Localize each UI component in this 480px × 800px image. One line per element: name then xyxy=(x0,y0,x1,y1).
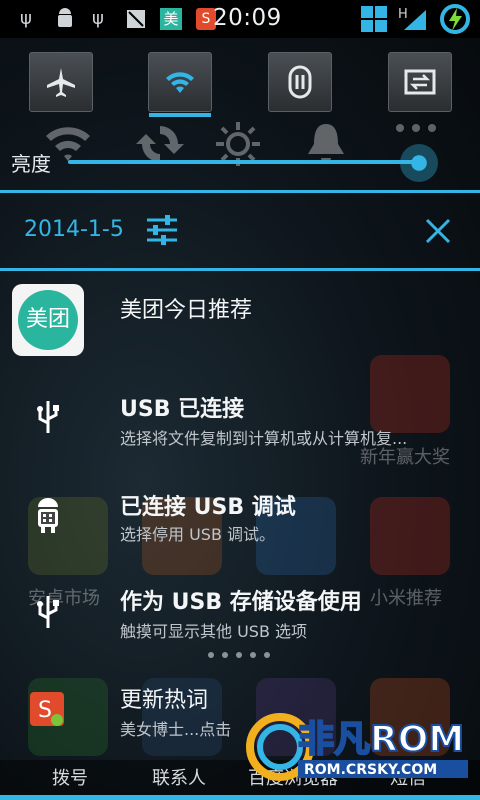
clear-all-icon[interactable] xyxy=(424,217,452,245)
sogou-icon: S xyxy=(30,692,64,726)
notification-title: 已连接 USB 调试 xyxy=(120,495,296,520)
airplane-toggle[interactable] xyxy=(29,52,93,112)
shade-header: 2014-1-5 xyxy=(0,195,480,267)
android-debug-icon xyxy=(54,8,76,30)
android-debug-icon xyxy=(32,495,64,539)
notification-subtitle: 选择停用 USB 调试。 xyxy=(120,525,276,544)
date-label: 2014-1-5 xyxy=(24,217,124,242)
watermark-logo: 非凡ROM ROM.CRSKY.COM xyxy=(240,705,480,800)
rotate-icon xyxy=(404,69,436,95)
watermark-brand: 非凡ROM xyxy=(298,719,464,760)
svg-text:S: S xyxy=(38,698,52,723)
page-indicator xyxy=(208,643,278,662)
notification-item[interactable]: 已连接 USB 调试 选择停用 USB 调试。 xyxy=(0,485,480,565)
usb-icon xyxy=(36,594,60,634)
rotate-toggle[interactable] xyxy=(388,52,452,112)
usb-icon: ψ xyxy=(92,8,104,29)
status-bar: ψ ψ 美 S 20:09 H xyxy=(0,0,480,38)
windows-icon xyxy=(360,5,388,32)
notification-subtitle: 触摸可显示其他 USB 选项 xyxy=(120,622,308,641)
airplane-icon xyxy=(47,68,75,97)
section-divider xyxy=(0,190,480,193)
usb-icon xyxy=(36,399,60,439)
status-time: 20:09 xyxy=(213,5,282,31)
meituan-icon: 美 xyxy=(160,8,182,30)
watermark-url: ROM.CRSKY.COM xyxy=(304,762,437,778)
wifi-toggle[interactable] xyxy=(148,52,212,117)
notification-title: 作为 USB 存储设备使用 xyxy=(120,590,362,615)
wifi-icon xyxy=(166,72,194,93)
dock-contacts-label: 联系人 xyxy=(152,768,206,789)
data-icon xyxy=(288,65,312,99)
notification-title: 美团今日推荐 xyxy=(120,298,253,323)
notification-subtitle: 美女博士...点击 xyxy=(120,720,232,739)
notification-item[interactable]: 美团 美团今日推荐 xyxy=(0,280,480,370)
brightness-slider-track[interactable] xyxy=(68,160,420,164)
settings-sliders-icon[interactable] xyxy=(145,215,179,245)
meituan-app-badge: 美团 xyxy=(18,290,78,350)
notification-subtitle: 选择将文件复制到计算机或从计算机复... xyxy=(120,429,408,448)
brightness-label: 亮度 xyxy=(11,152,51,176)
signal-icon xyxy=(402,8,428,30)
usb-icon: ψ xyxy=(20,8,32,29)
notification-item[interactable]: USB 已连接 选择将文件复制到计算机或从计算机复... xyxy=(0,385,480,465)
dock-dial-label: 拨号 xyxy=(52,768,88,789)
no-notification-icon xyxy=(125,8,147,30)
notification-title: 更新热词 xyxy=(120,688,209,713)
notification-shade: 安卓市场 小米推荐 新年赢大奖 ψ ψ 美 S 20:09 H 亮度 2014-… xyxy=(0,0,480,800)
meituan-app-icon: 美团 xyxy=(12,284,84,356)
data-toggle[interactable] xyxy=(268,52,332,112)
brightness-slider-thumb[interactable] xyxy=(400,144,439,182)
section-divider xyxy=(0,268,480,271)
brightness-row: 亮度 xyxy=(0,142,480,182)
notification-title: USB 已连接 xyxy=(120,397,245,422)
battery-charging-icon xyxy=(438,3,472,34)
quick-settings xyxy=(0,38,480,166)
